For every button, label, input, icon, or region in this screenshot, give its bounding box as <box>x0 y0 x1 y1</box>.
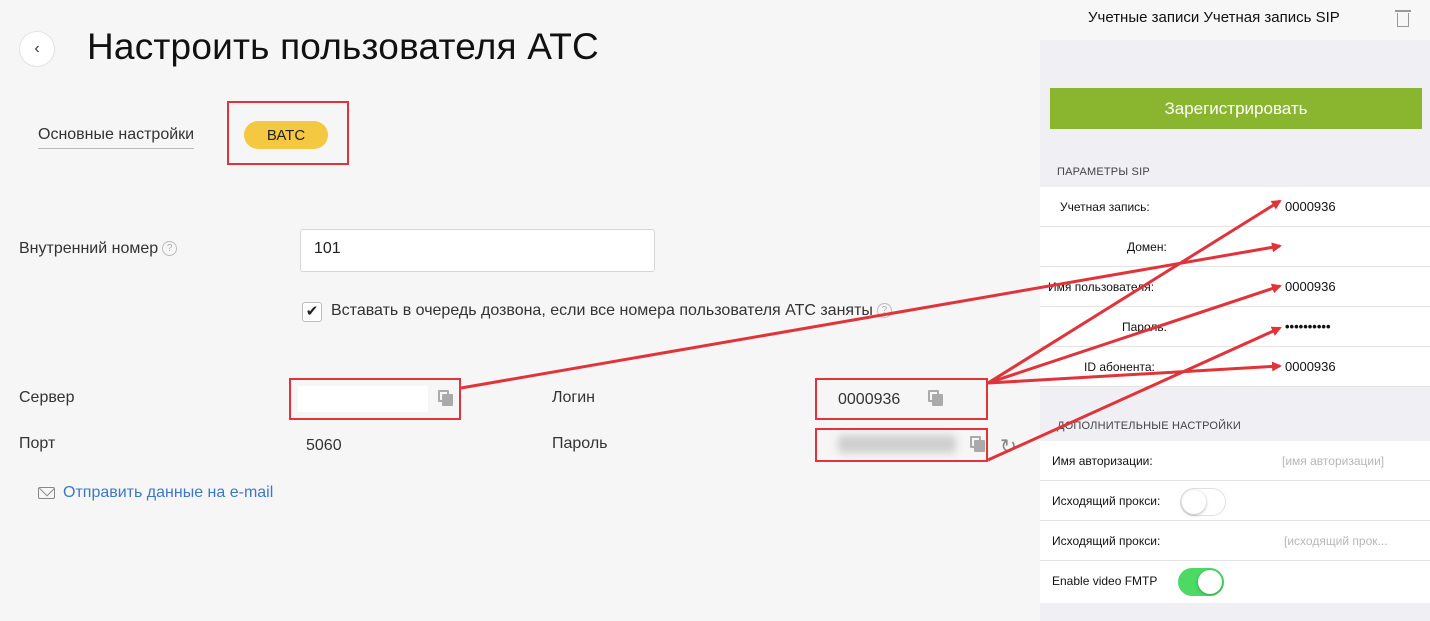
extra-row-label: Исходящий прокси: <box>1052 494 1161 508</box>
sip-row-domain[interactable]: Домен: <box>1040 227 1430 267</box>
extra-row-auth-name[interactable]: Имя авторизации: [имя авторизации] <box>1040 441 1430 481</box>
ext-number-input[interactable]: 101 <box>300 229 655 272</box>
annotation-box-password <box>815 428 988 462</box>
page-title: Настроить пользователя АТС <box>87 26 599 67</box>
annotation-box-server <box>289 378 461 420</box>
send-email-link-text: Отправить данные на e-mail <box>63 484 274 501</box>
video-fmtp-toggle[interactable] <box>1178 568 1224 596</box>
sip-row-value: 0000936 <box>1285 359 1336 374</box>
sip-row-subscriber-id[interactable]: ID абонента: 0000936 <box>1040 347 1430 387</box>
sip-row-account[interactable]: Учетная запись: 0000936 <box>1040 187 1430 227</box>
extra-settings-header: ДОПОЛНИТЕЛЬНЫЕ НАСТРОЙКИ <box>1057 420 1241 432</box>
password-label: Пароль <box>552 435 608 452</box>
sip-header-title: Учетные записи Учетная запись SIP <box>1088 9 1340 26</box>
ext-number-label: Внутренний номер? <box>19 240 178 258</box>
queue-checkbox-label: Вставать в очередь дозвона, если все ном… <box>331 302 892 320</box>
sip-row-label: Имя пользователя: <box>1048 280 1155 294</box>
extra-row-proxy-address[interactable]: Исходящий прокси: [исходящий прок... <box>1040 521 1430 561</box>
outgoing-proxy-input[interactable]: [исходящий прок... <box>1284 534 1388 548</box>
extra-row-video-fmtp[interactable]: Enable video FMTP <box>1040 561 1430 601</box>
sip-row-value: 0000936 <box>1285 279 1336 294</box>
sip-row-label: Учетная запись: <box>1060 200 1150 214</box>
envelope-icon <box>38 487 55 499</box>
trash-icon[interactable] <box>1395 8 1411 28</box>
chevron-left-icon: ‹ <box>34 40 40 57</box>
pbx-user-settings-panel: ‹ Настроить пользователя АТС Основные на… <box>0 0 1040 621</box>
help-icon[interactable]: ? <box>876 303 892 319</box>
outgoing-proxy-toggle[interactable] <box>1180 488 1226 516</box>
extra-row-label: Enable video FMTP <box>1052 574 1158 588</box>
auth-name-input[interactable]: [имя авторизации] <box>1282 454 1384 468</box>
queue-checkbox[interactable]: ✔ <box>302 302 322 322</box>
extra-row-label: Имя авторизации: <box>1052 454 1153 468</box>
back-button[interactable]: ‹ <box>19 31 55 67</box>
ext-number-label-text: Внутренний номер <box>19 240 159 257</box>
sip-params-group: Учетная запись: 0000936 Домен: Имя польз… <box>1040 187 1430 387</box>
sip-params-header: ПАРАМЕТРЫ SIP <box>1057 166 1150 178</box>
annotation-box-vats <box>227 101 349 165</box>
refresh-icon[interactable]: ↻ <box>1000 434 1017 459</box>
sip-row-password[interactable]: Пароль: •••••••••• <box>1040 307 1430 347</box>
help-icon[interactable]: ? <box>162 241 178 257</box>
extra-row-label: Исходящий прокси: <box>1052 534 1161 548</box>
extra-row-proxy-toggle[interactable]: Исходящий прокси: <box>1040 481 1430 521</box>
sip-row-label: Пароль: <box>1122 320 1167 334</box>
sip-header: Учетные записи Учетная запись SIP <box>1040 0 1430 40</box>
sip-row-label: Домен: <box>1127 240 1167 254</box>
tab-main-settings[interactable]: Основные настройки <box>38 126 195 149</box>
register-button[interactable]: Зарегистрировать <box>1050 88 1422 129</box>
sip-row-username[interactable]: Имя пользователя: 0000936 <box>1040 267 1430 307</box>
login-label: Логин <box>552 389 596 406</box>
sip-row-value: •••••••••• <box>1285 319 1331 334</box>
annotation-box-login <box>815 378 988 420</box>
sip-row-label: ID абонента: <box>1084 360 1155 374</box>
extra-settings-group: Имя авторизации: [имя авторизации] Исход… <box>1040 441 1430 603</box>
port-label: Порт <box>19 435 56 452</box>
server-label: Сервер <box>19 389 75 406</box>
send-email-link[interactable]: Отправить данные на e-mail <box>38 484 273 502</box>
queue-checkbox-label-text: Вставать в очередь дозвона, если все ном… <box>331 302 873 319</box>
sip-row-value: 0000936 <box>1285 199 1336 214</box>
sip-account-panel: Учетные записи Учетная запись SIP Зареги… <box>1040 0 1430 621</box>
port-value: 5060 <box>306 437 342 454</box>
